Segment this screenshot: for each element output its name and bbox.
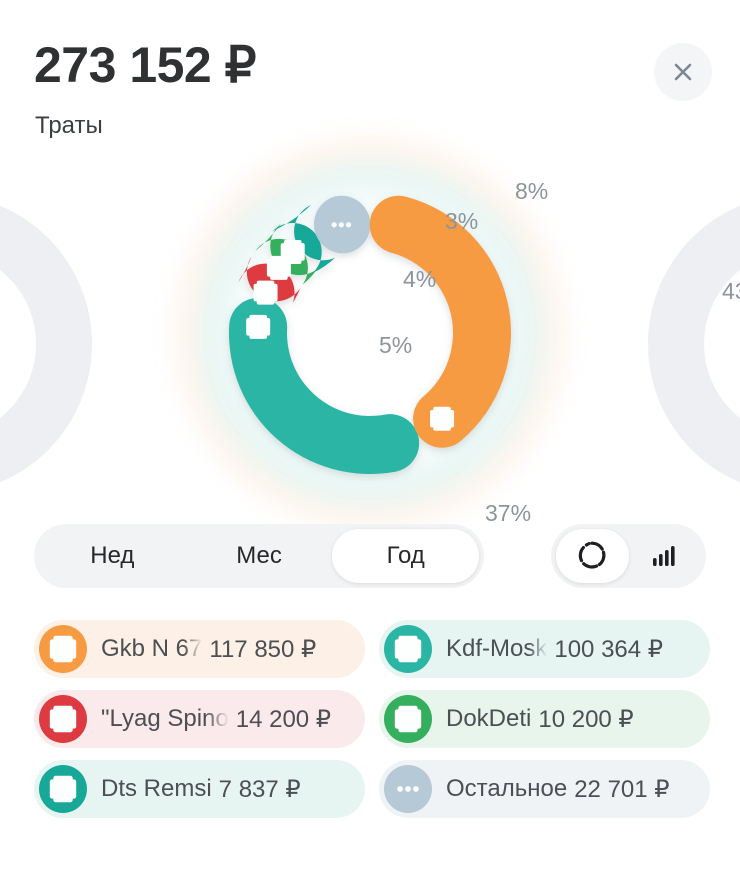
ellipsis-icon — [384, 765, 432, 813]
legend-item[interactable]: Dts Remsi 7 837 ₽ — [34, 760, 365, 818]
header: 273 152 ₽ Траты — [0, 0, 740, 150]
slice-percent-label: 5% — [379, 332, 413, 358]
close-icon — [671, 60, 695, 84]
legend-item-name: "Lyag Spino — [101, 705, 229, 732]
close-button[interactable] — [654, 43, 712, 101]
period-tab-1[interactable]: Мес — [186, 529, 333, 583]
ghost-donut-previous[interactable] — [0, 194, 92, 494]
legend-item-value: 7 837 ₽ — [218, 775, 301, 803]
legend-item[interactable]: DokDeti 10 200 ₽ — [379, 690, 710, 748]
view-mode-toggle[interactable] — [551, 524, 706, 588]
ghost-donut-next[interactable] — [648, 194, 740, 494]
donut-chart-graphic[interactable]: 43% 37% 5% 4% 3% 8% — [171, 134, 740, 532]
spending-breakdown-screen: 273 152 ₽ Траты 4 37% 5% 4% 3% 8% Нед Ме… — [0, 0, 740, 896]
legend-item[interactable]: "Lyag Spino 14 200 ₽ — [34, 690, 365, 748]
legend-item[interactable]: Gkb N 67 117 850 ₽ — [34, 620, 365, 678]
view-mode-bars[interactable] — [629, 529, 702, 583]
total-amount: 273 152 ₽ — [34, 37, 256, 93]
ghost-ring-icon — [648, 194, 740, 494]
cross-icon — [246, 314, 271, 339]
donut-chart-icon — [577, 540, 607, 573]
period-tab-2[interactable]: Год — [332, 529, 480, 583]
donut-svg — [229, 195, 511, 474]
legend-item-name: DokDeti — [446, 705, 532, 732]
legend-row: Gkb N 67 117 850 ₽ Kdf-Mosk 100 364 ₽ — [34, 620, 710, 678]
view-mode-donut[interactable] — [556, 529, 629, 583]
cross-icon — [384, 625, 432, 673]
cross-icon — [253, 280, 278, 305]
legend-row: "Lyag Spino 14 200 ₽ DokDeti 10 200 ₽ — [34, 690, 710, 748]
slice-percent-label: 43% — [722, 278, 740, 304]
cross-icon — [39, 765, 87, 813]
slice-percent-label: 3% — [445, 208, 479, 234]
legend-item-value: 117 850 ₽ — [209, 635, 317, 663]
controls-row: Нед Мес Год — [0, 524, 740, 590]
cross-icon — [384, 695, 432, 743]
legend-item-value: 22 701 ₽ — [574, 775, 670, 803]
period-tab-0[interactable]: Нед — [39, 529, 186, 583]
legend-list: Gkb N 67 117 850 ₽ Kdf-Mosk 100 364 ₽ "Lyag … — [34, 620, 710, 830]
cross-icon — [430, 406, 455, 431]
donut-chart[interactable]: 43% 37% 5% 4% 3% 8% — [0, 134, 740, 532]
page-subtitle: Траты — [35, 112, 103, 139]
legend-item-value: 10 200 ₽ — [538, 705, 634, 733]
cross-icon — [266, 255, 291, 280]
ellipsis-icon — [331, 222, 352, 228]
legend-item-name: Kdf-Mosk — [446, 635, 548, 662]
legend-item-value: 14 200 ₽ — [235, 705, 332, 733]
legend-item[interactable]: Kdf-Mosk 100 364 ₽ — [379, 620, 710, 678]
ghost-ring-icon — [0, 194, 92, 494]
slice-percent-label: 37% — [485, 500, 532, 526]
legend-item[interactable]: Остальное 22 701 ₽ — [379, 760, 710, 818]
legend-item-value: 100 364 ₽ — [554, 635, 664, 663]
legend-item-name: Dts Remsi — [101, 775, 212, 802]
slice-percent-label: 8% — [515, 178, 549, 204]
legend-row: Dts Remsi 7 837 ₽ Остальное 22 701 ₽ — [34, 760, 710, 818]
legend-item-name: Gkb N 67 — [101, 635, 203, 662]
period-segmented-control[interactable]: Нед Мес Год — [34, 524, 484, 588]
cross-icon — [39, 625, 87, 673]
legend-item-name: Остальное — [446, 775, 568, 802]
bar-chart-icon — [650, 540, 680, 573]
slice-percent-label: 4% — [403, 266, 437, 292]
cross-icon — [39, 695, 87, 743]
